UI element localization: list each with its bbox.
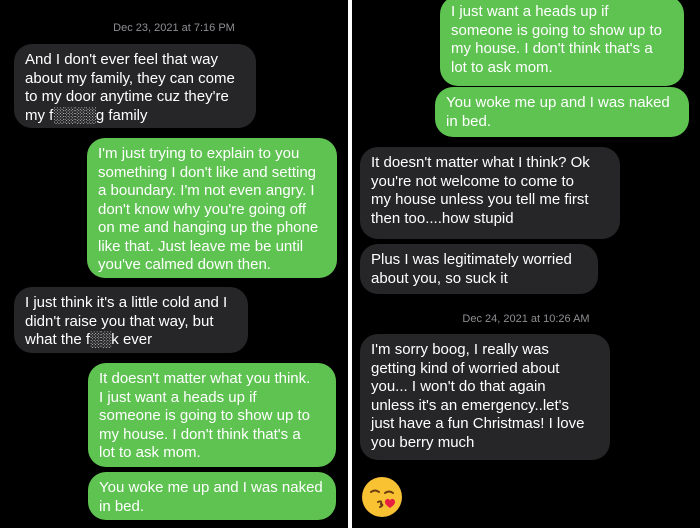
- message-timestamp: Dec 24, 2021 at 10:26 AM: [462, 313, 590, 325]
- outgoing-message[interactable]: You woke me up and I was naked in bed.: [88, 472, 336, 520]
- message-timestamp: Dec 23, 2021 at 7:16 PM: [113, 22, 235, 34]
- incoming-message[interactable]: I'm sorry boog, I really was getting kin…: [360, 334, 610, 460]
- outgoing-message[interactable]: You woke me up and I was naked in bed.: [435, 87, 689, 137]
- right-conversation-panel: I just want a heads up if someone is goi…: [352, 0, 700, 528]
- outgoing-message[interactable]: I just want a heads up if someone is goi…: [440, 0, 684, 86]
- incoming-message[interactable]: Plus I was legitimately worried about yo…: [360, 244, 598, 294]
- kissing-face-with-heart-icon: [362, 477, 402, 517]
- outgoing-message[interactable]: I'm just trying to explain to you someth…: [87, 138, 337, 278]
- incoming-message[interactable]: It doesn't matter what I think? Ok you'r…: [360, 147, 620, 239]
- left-conversation-panel: Dec 23, 2021 at 7:16 PM And I don't ever…: [0, 0, 348, 528]
- kissing-face-with-heart-icon-graphic: [363, 478, 401, 516]
- outgoing-message[interactable]: It doesn't matter what you think. I just…: [88, 363, 336, 467]
- incoming-message[interactable]: And I don't ever feel that way about my …: [14, 44, 256, 128]
- incoming-message[interactable]: I just think it's a little cold and I di…: [14, 287, 248, 353]
